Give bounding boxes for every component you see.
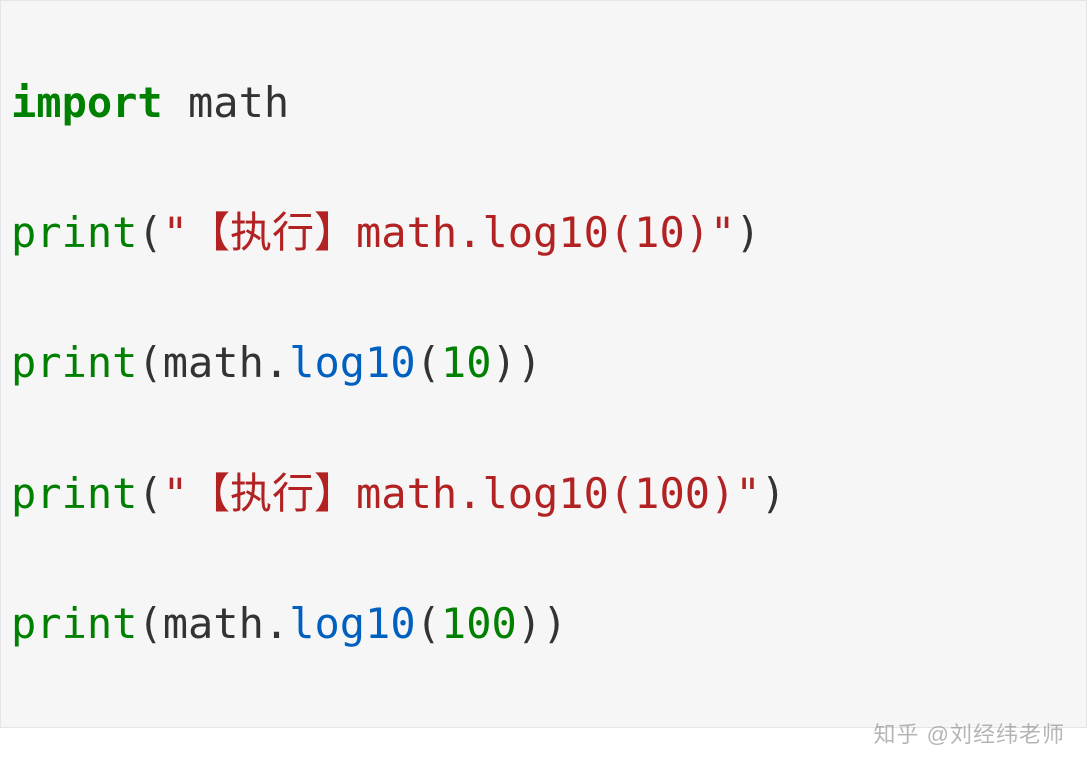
code-line-4: print("【执行】math.log10(100)") <box>11 461 1076 526</box>
space <box>163 78 188 127</box>
code-line-2: print("【执行】math.log10(10)") <box>11 200 1076 265</box>
fn-print: print <box>11 338 137 387</box>
fn-print: print <box>11 469 137 518</box>
code-block: import math print("【执行】math.log10(10)") … <box>0 0 1087 728</box>
string-literal: "【执行】math.log10(10)" <box>163 208 736 257</box>
keyword-import: import <box>11 78 163 127</box>
dot: . <box>264 599 289 648</box>
paren-open: ( <box>416 599 441 648</box>
dot: . <box>264 338 289 387</box>
paren-open: ( <box>416 338 441 387</box>
module-ref: math <box>163 338 264 387</box>
paren-close: ) <box>492 338 517 387</box>
fn-print: print <box>11 208 137 257</box>
number-literal: 100 <box>441 599 517 648</box>
paren-open: ( <box>137 338 162 387</box>
string-literal: "【执行】math.log10(100)" <box>163 469 761 518</box>
paren-close: ) <box>517 338 542 387</box>
module-name: math <box>188 78 289 127</box>
code-line-1: import math <box>11 70 1076 135</box>
code-line-5: print(math.log10(100)) <box>11 591 1076 656</box>
paren-open: ( <box>137 469 162 518</box>
output-block: 【执行】math.log10(10) 1.0 【执行】math.log10(10… <box>0 728 1087 772</box>
paren-close: ) <box>735 208 760 257</box>
method-name: log10 <box>289 599 415 648</box>
paren-open: ( <box>137 599 162 648</box>
module-ref: math <box>163 599 264 648</box>
number-literal: 10 <box>441 338 492 387</box>
code-line-3: print(math.log10(10)) <box>11 330 1076 395</box>
paren-close: ) <box>542 599 567 648</box>
fn-print: print <box>11 599 137 648</box>
paren-close: ) <box>517 599 542 648</box>
paren-close: ) <box>761 469 786 518</box>
method-name: log10 <box>289 338 415 387</box>
paren-open: ( <box>137 208 162 257</box>
